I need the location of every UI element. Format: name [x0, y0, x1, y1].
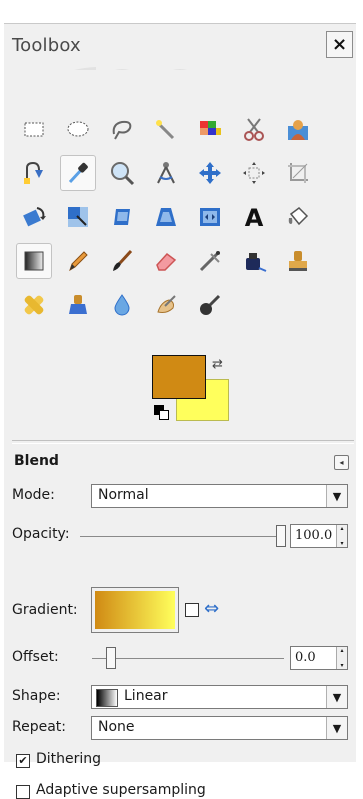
chevron-down-icon: ▼ [326, 485, 347, 507]
clone-icon[interactable] [280, 243, 316, 279]
paintbrush-icon[interactable] [104, 243, 140, 279]
linear-shape-icon [96, 689, 118, 707]
zoom-icon[interactable] [104, 155, 140, 191]
opacity-label: Opacity: [12, 526, 70, 542]
chevron-down-icon: ▼ [326, 686, 347, 708]
rect-select-icon[interactable] [16, 111, 52, 147]
chevron-down-icon: ▼ [326, 717, 347, 739]
eraser-icon[interactable] [148, 243, 184, 279]
ink-icon[interactable] [236, 243, 272, 279]
gradient-label: Gradient: [12, 602, 78, 618]
dodge-burn-icon[interactable] [192, 287, 228, 323]
adaptive-supersampling-label: Adaptive supersampling [36, 782, 206, 798]
svg-text:A: A [245, 204, 264, 230]
free-select-icon[interactable] [104, 111, 140, 147]
tool-options-title: Blend [14, 453, 59, 469]
repeat-label: Repeat: [12, 719, 66, 735]
spin-buttons[interactable]: ▴ ▾ [336, 525, 347, 547]
shape-label: Shape: [12, 688, 61, 704]
rotate-icon[interactable] [16, 199, 52, 235]
blend-icon[interactable] [16, 243, 52, 279]
panel-menu-icon[interactable]: ◂ [334, 455, 349, 470]
perspective-icon[interactable] [148, 199, 184, 235]
shear-icon[interactable] [104, 199, 140, 235]
divider [12, 440, 354, 441]
flip-icon[interactable] [192, 199, 228, 235]
paths-icon[interactable] [16, 155, 52, 191]
crop-icon[interactable] [280, 155, 316, 191]
divider [12, 443, 354, 444]
dithering-checkbox[interactable]: ✔ [16, 754, 30, 768]
gradient-preview-button[interactable] [91, 587, 179, 633]
wilber-logo-icon [74, 67, 188, 70]
move-icon[interactable] [192, 155, 228, 191]
close-button[interactable]: × [326, 31, 353, 58]
fuzzy-select-icon[interactable] [148, 111, 184, 147]
dithering-label: Dithering [36, 751, 102, 767]
opacity-slider-track[interactable] [80, 536, 286, 537]
foreground-select-icon[interactable] [280, 111, 316, 147]
mode-select[interactable]: Normal ▼ [91, 484, 348, 508]
repeat-select[interactable]: None ▼ [91, 716, 348, 740]
adaptive-supersampling-checkbox[interactable] [16, 785, 30, 799]
foreground-color-swatch[interactable] [152, 355, 206, 399]
bucket-fill-icon[interactable] [280, 199, 316, 235]
offset-spinbox[interactable]: 0.0 ▴ ▾ [290, 646, 348, 670]
offset-slider-handle[interactable] [106, 647, 116, 669]
swap-colors-icon[interactable]: ⇄ [212, 357, 223, 372]
perspective-clone-icon[interactable] [60, 287, 96, 323]
airbrush-icon[interactable] [192, 243, 228, 279]
select-by-color-icon[interactable] [192, 111, 228, 147]
mode-label: Mode: [12, 487, 55, 503]
smudge-icon[interactable] [148, 287, 184, 323]
opacity-spinbox[interactable]: 100.0 ▴ ▾ [290, 524, 348, 548]
ellipse-select-icon[interactable] [60, 111, 96, 147]
scale-icon[interactable] [60, 199, 96, 235]
offset-slider-track[interactable] [92, 658, 284, 659]
mode-value: Normal [98, 487, 149, 503]
toolbox-window: Toolbox × A ⇄ Blend ◂ Mode: Normal ▼ Opa… [4, 23, 356, 799]
shape-value: Linear [124, 688, 168, 704]
color-picker-icon[interactable] [60, 155, 96, 191]
default-colors-icon[interactable] [154, 405, 169, 420]
align-icon[interactable] [236, 155, 272, 191]
title-bar: Toolbox × [4, 23, 356, 70]
opacity-slider-handle[interactable] [276, 525, 286, 547]
opacity-value: 100.0 [295, 528, 333, 543]
offset-label: Offset: [12, 649, 59, 665]
heal-icon[interactable] [16, 287, 52, 323]
repeat-value: None [98, 719, 135, 735]
color-selector: ⇄ [152, 355, 232, 439]
offset-value: 0.0 [295, 650, 316, 665]
reverse-arrows-icon: ⇔ [204, 598, 220, 619]
reverse-gradient-checkbox[interactable] [185, 603, 199, 617]
scissors-select-icon[interactable] [236, 111, 272, 147]
measure-icon[interactable] [148, 155, 184, 191]
spin-buttons[interactable]: ▴ ▾ [336, 647, 347, 669]
window-title: Toolbox [12, 35, 81, 56]
text-icon[interactable]: A [236, 199, 272, 235]
shape-select[interactable]: Linear ▼ [91, 685, 348, 709]
blur-icon[interactable] [104, 287, 140, 323]
pencil-icon[interactable] [60, 243, 96, 279]
